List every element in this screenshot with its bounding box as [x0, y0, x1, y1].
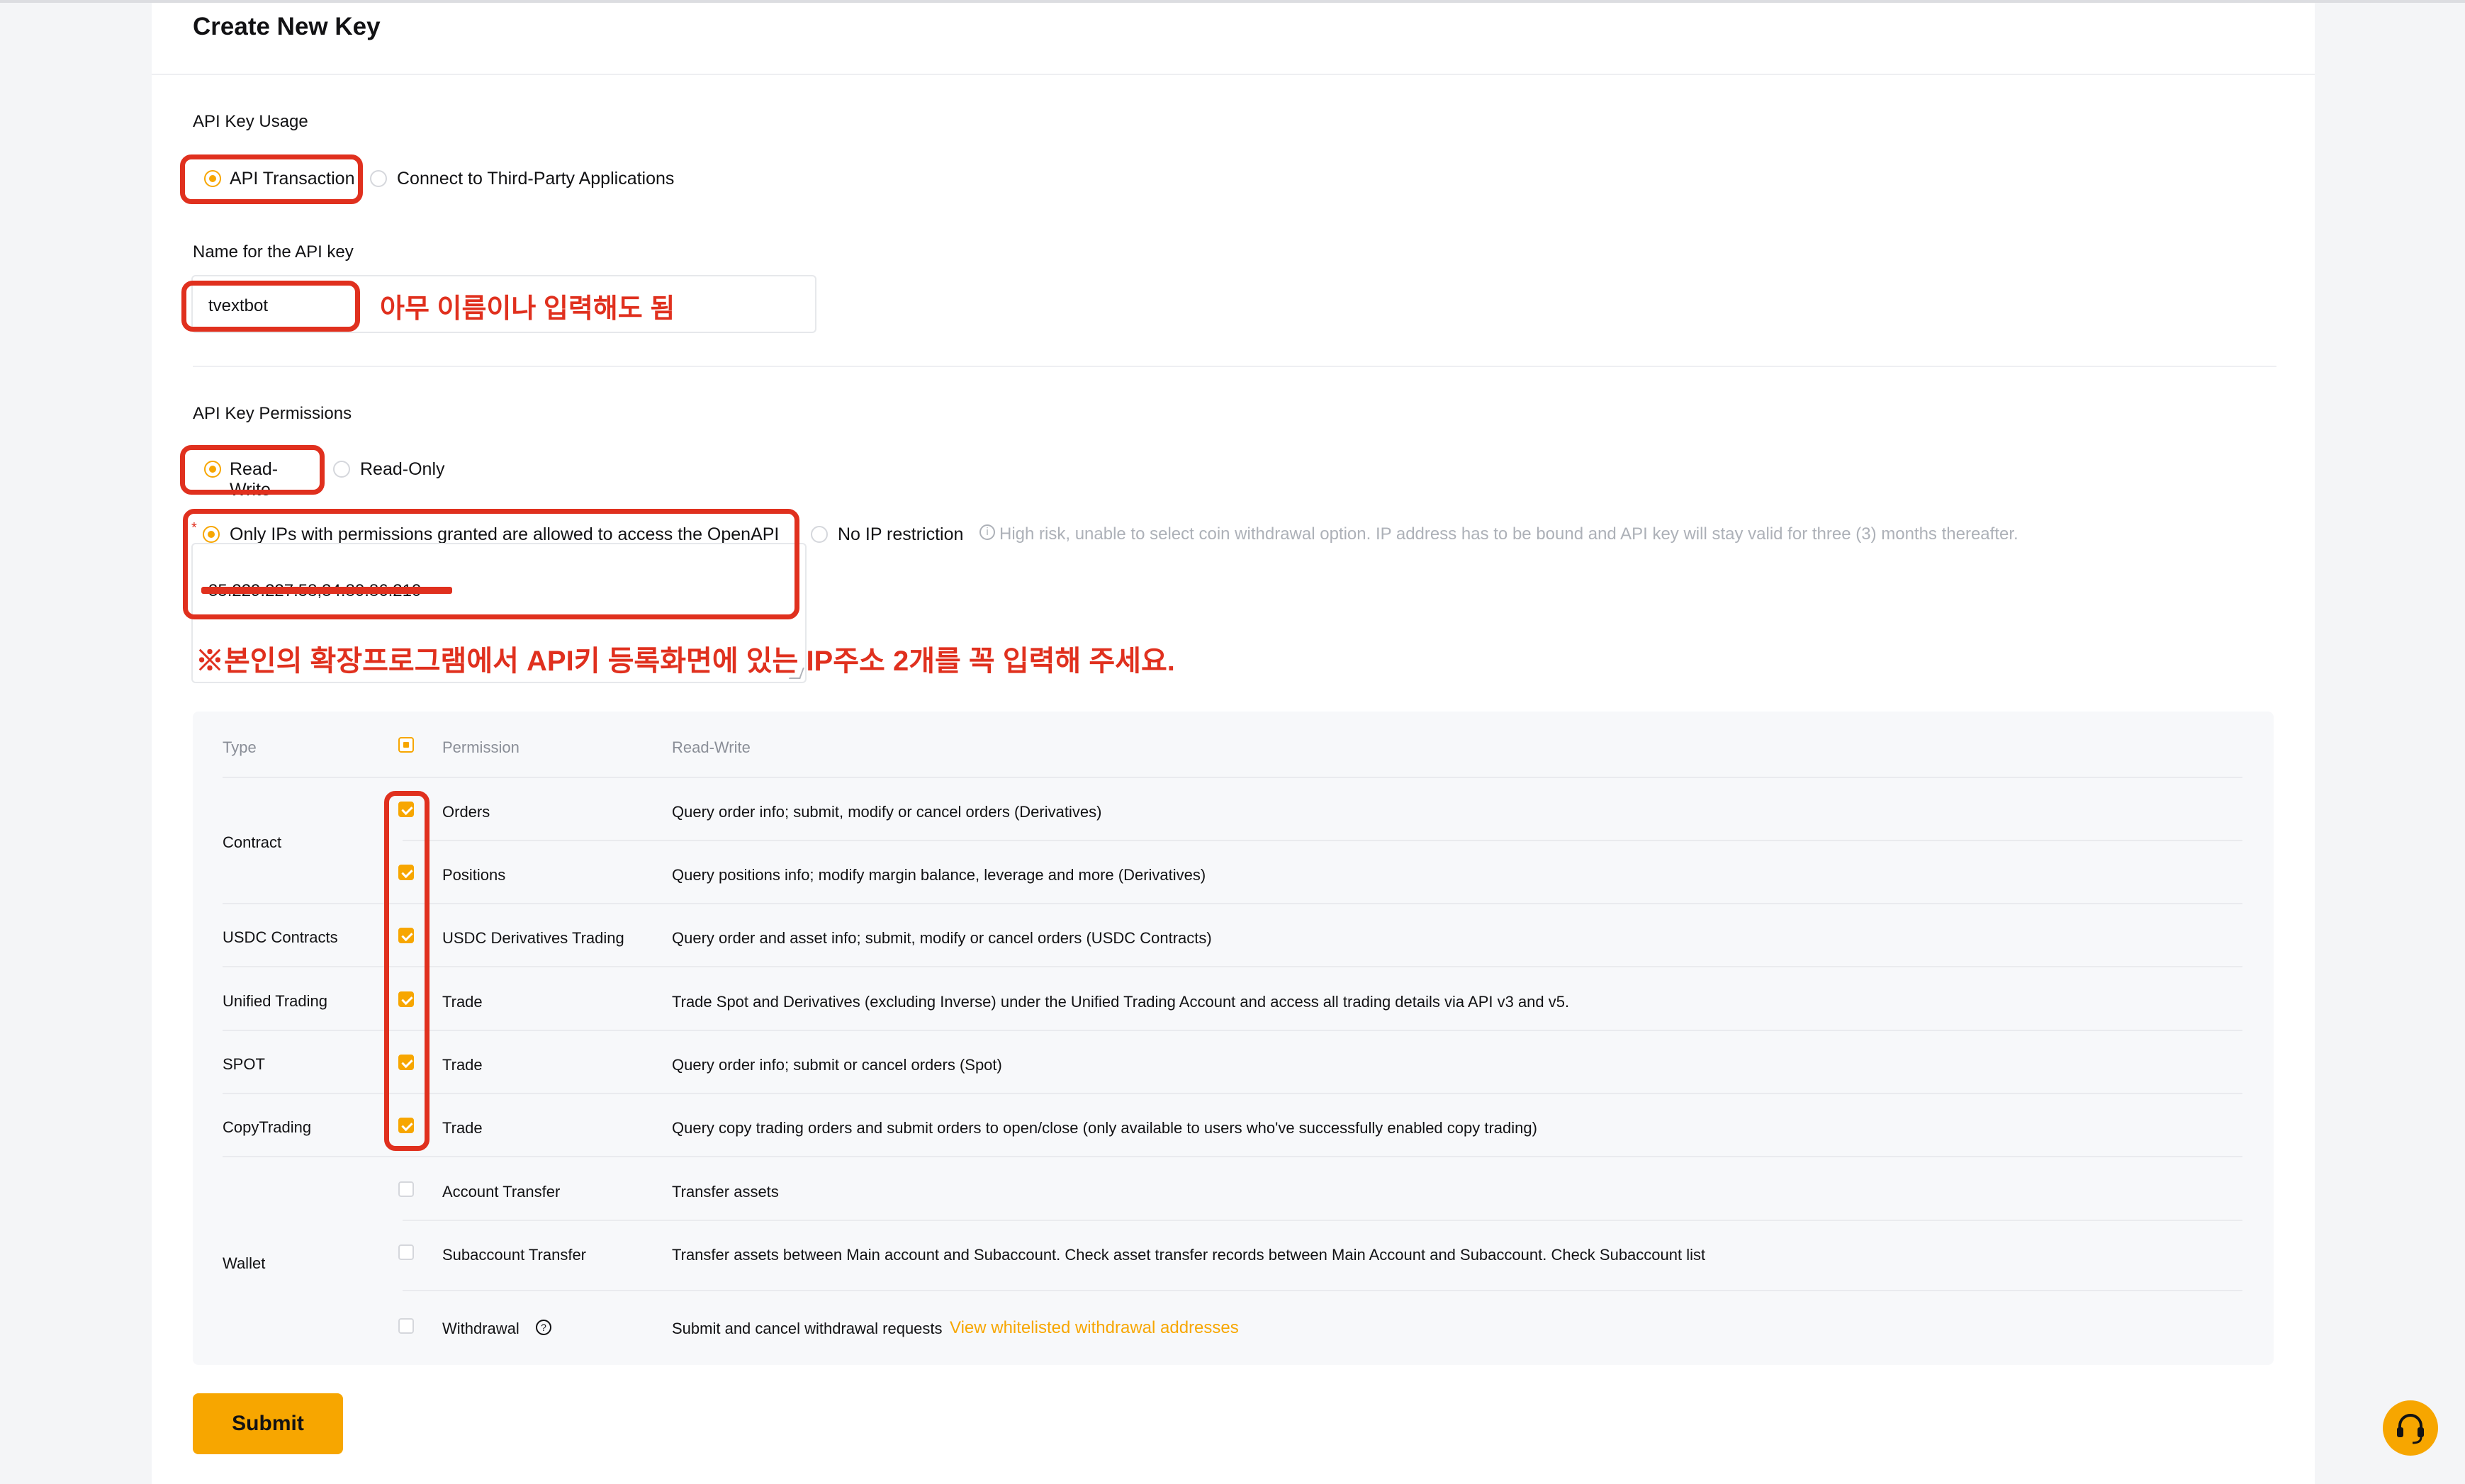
group-label-wallet: Wallet [223, 1254, 266, 1272]
row-divider [403, 1290, 2242, 1291]
annotation-box-checkboxes [384, 791, 429, 1151]
header-divider [152, 74, 2315, 75]
row-divider [223, 966, 2242, 967]
headset-icon [2397, 1414, 2424, 1444]
ip-option-label: No IP restriction [838, 524, 964, 544]
permission-description: Transfer assets [672, 1183, 779, 1201]
permission-option-read-only[interactable]: Read-Only [330, 454, 486, 485]
group-label-usdc-contracts: USDC Contracts [223, 928, 338, 946]
permissions-table: Type Permission Read-Write Contract USDC… [193, 712, 2274, 1365]
section-divider [193, 366, 2276, 367]
permission-description: Trade Spot and Derivatives (excluding In… [672, 993, 1570, 1011]
table-row: Orders Query order info; submit, modify … [377, 782, 2242, 839]
group-label-copytrading: CopyTrading [223, 1118, 312, 1136]
info-circle-icon: i [979, 524, 995, 540]
support-button[interactable] [2383, 1400, 2438, 1456]
permission-name: Account Transfer [442, 1183, 561, 1201]
row-divider [223, 903, 2242, 904]
radio-read-only[interactable] [333, 461, 350, 478]
permission-description: Query order and asset info; submit, modi… [672, 929, 1212, 947]
group-label-contract: Contract [223, 833, 282, 851]
radio-ip-unrestricted[interactable] [811, 526, 828, 543]
permission-description: Transfer assets between Main account and… [672, 1246, 1706, 1264]
create-key-card: Create New Key API Key Usage API Transac… [152, 3, 2315, 1484]
permission-option-label: Read-Only [360, 459, 445, 479]
name-label: Name for the API key [193, 242, 354, 262]
column-header-type: Type [223, 738, 257, 756]
permission-checkbox-subaccount-transfer[interactable] [398, 1244, 414, 1260]
table-row: Positions Query positions info; modify m… [377, 845, 2242, 902]
table-row: USDC Derivatives Trading Query order and… [377, 909, 2242, 965]
table-row: Subaccount Transfer Transfer assets betw… [377, 1225, 2242, 1282]
whitelisted-addresses-link[interactable]: View whitelisted withdrawal addresses [950, 1318, 1239, 1338]
row-divider [223, 1030, 2242, 1031]
row-divider [403, 1220, 2242, 1221]
question-circle-icon[interactable]: ? [536, 1320, 551, 1335]
group-label-unified-trading: Unified Trading [223, 992, 327, 1010]
permission-name: USDC Derivatives Trading [442, 929, 624, 947]
annotation-box-permissions [180, 445, 325, 495]
permission-checkbox-account-transfer[interactable] [398, 1181, 414, 1197]
permission-description: Submit and cancel withdrawal requests [672, 1320, 943, 1337]
permission-name: Trade [442, 1119, 483, 1137]
page-title: Create New Key [193, 13, 381, 40]
annotation-box-name [181, 281, 360, 332]
column-header-access: Read-Write [672, 738, 751, 756]
annotation-ip-note: ※본인의 확장프로그램에서 API키 등록화면에 있는 IP주소 2개를 꼭 입… [196, 646, 1175, 677]
table-row: Account Transfer Transfer assets [377, 1162, 2242, 1219]
permission-description: Query order info; submit or cancel order… [672, 1056, 1002, 1074]
permission-description: Query order info; submit, modify or canc… [672, 803, 1102, 821]
group-label-spot: SPOT [223, 1055, 265, 1073]
permission-name: Trade [442, 993, 483, 1011]
row-divider [223, 1156, 2242, 1157]
column-header-permission: Permission [442, 738, 520, 756]
table-row: Withdrawal ? Submit and cancel withdrawa… [377, 1297, 2242, 1358]
select-all-checkbox[interactable] [398, 737, 414, 753]
annotation-box-usage [180, 154, 363, 204]
table-row: Trade Trade Spot and Derivatives (exclud… [377, 972, 2242, 1029]
permission-name: Orders [442, 803, 490, 821]
row-divider [403, 840, 2242, 841]
table-row: Trade Query order info; submit or cancel… [377, 1035, 2242, 1092]
row-divider [223, 1093, 2242, 1094]
permission-name: Positions [442, 866, 506, 884]
permission-name: Trade [442, 1056, 483, 1074]
radio-third-party[interactable] [370, 170, 387, 187]
permission-checkbox-withdrawal[interactable] [398, 1318, 414, 1334]
usage-option-label: Connect to Third-Party Applications [397, 169, 675, 189]
annotation-box-ip [183, 509, 799, 619]
permission-description: Query copy trading orders and submit ord… [672, 1119, 1537, 1137]
permissions-label: API Key Permissions [193, 404, 352, 423]
usage-label: API Key Usage [193, 112, 308, 131]
annotation-name-note: 아무 이름이나 입력해도 됨 [380, 294, 675, 324]
submit-button[interactable]: Submit [193, 1393, 343, 1454]
header-divider [223, 777, 2242, 778]
table-row: Trade Query copy trading orders and subm… [377, 1098, 2242, 1155]
usage-option-third-party[interactable]: Connect to Third-Party Applications [367, 163, 863, 194]
permission-name: Withdrawal [442, 1320, 520, 1337]
ip-warning-text: High risk, unable to select coin withdra… [999, 524, 2018, 544]
permission-name: Subaccount Transfer [442, 1246, 587, 1264]
permission-description: Query positions info; modify margin bala… [672, 866, 1206, 884]
